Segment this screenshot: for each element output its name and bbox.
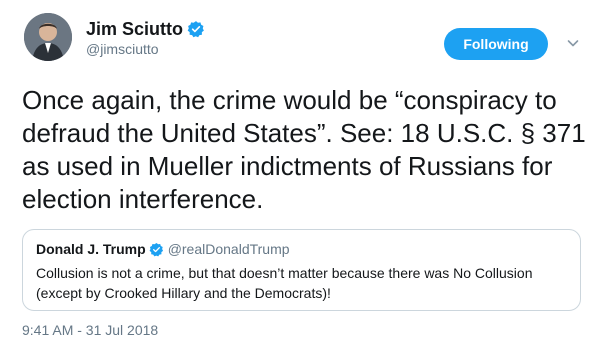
chevron-down-icon[interactable]	[566, 36, 580, 50]
quoted-author-name: Donald J. Trump	[36, 241, 146, 257]
author-name-row[interactable]: Jim Sciutto	[86, 18, 205, 40]
verified-badge-icon	[149, 242, 164, 257]
quoted-author-handle: @realDonaldTrump	[167, 241, 290, 257]
quoted-tweet-text: Collusion is not a crime, but that doesn…	[36, 265, 533, 301]
following-button[interactable]: Following	[444, 28, 548, 60]
author-handle[interactable]: @jimsciutto	[86, 41, 159, 57]
person-avatar-icon	[24, 13, 72, 61]
quoted-tweet[interactable]: Donald J. Trump @realDonaldTrump Collusi…	[22, 229, 581, 311]
author-name[interactable]: Jim Sciutto	[86, 18, 183, 40]
tweet-timestamp[interactable]: 9:41 AM - 31 Jul 2018	[22, 322, 158, 338]
quoted-tweet-header: Donald J. Trump @realDonaldTrump	[36, 241, 290, 257]
tweet-text: Once again, the crime would be “conspira…	[22, 85, 586, 214]
verified-badge-icon	[187, 20, 205, 38]
avatar[interactable]	[24, 13, 72, 61]
